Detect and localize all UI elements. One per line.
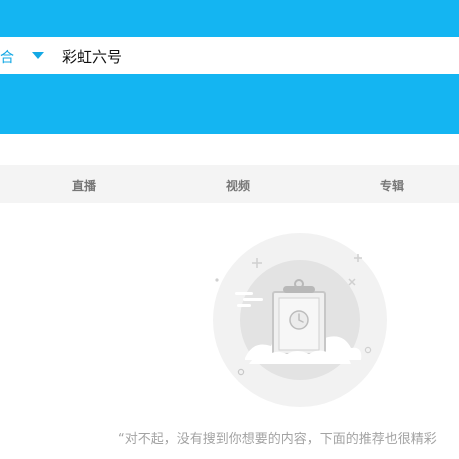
empty-state-message: “对不起，没有搜到你想要的内容，下面的推荐也很精彩 [118, 432, 437, 447]
top-bar [0, 0, 459, 37]
chevron-down-icon[interactable] [32, 52, 44, 59]
empty-clipboard-clock-icon [205, 228, 395, 418]
search-input[interactable]: 彩虹六号 [62, 46, 122, 67]
tab-album[interactable]: 专辑 [380, 165, 404, 203]
search-scope-label: 综合 [0, 50, 14, 66]
tab-live[interactable]: 直播 [72, 165, 96, 203]
search-results-page: 综合 彩虹六号 直播 视频 专辑 [0, 0, 459, 459]
search-bar: 综合 彩虹六号 [0, 37, 459, 74]
tab-video[interactable]: 视频 [226, 165, 250, 203]
result-tabs: 直播 视频 专辑 [0, 165, 459, 203]
header-banner [0, 74, 459, 134]
